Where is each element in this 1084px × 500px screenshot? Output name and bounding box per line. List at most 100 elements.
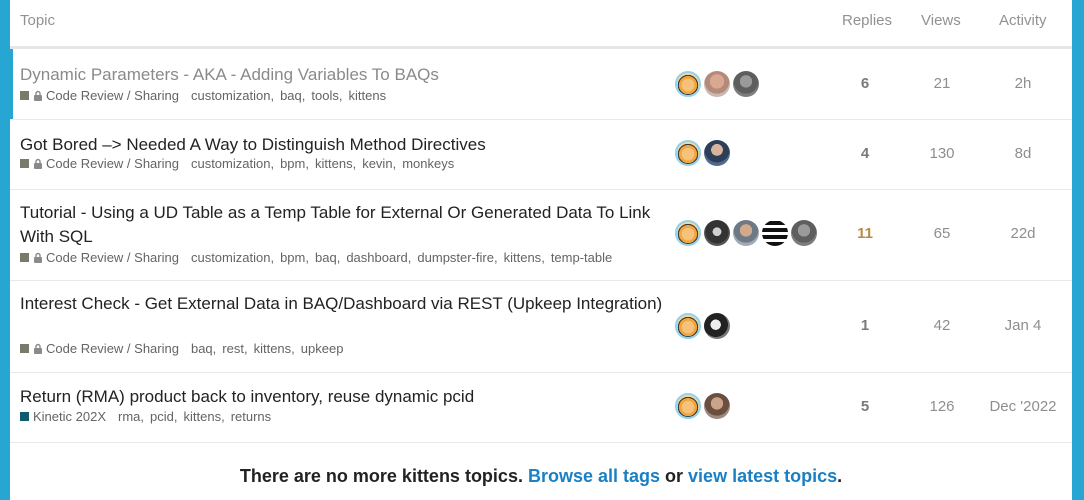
tag-link[interactable]: kittens <box>349 88 387 103</box>
topic-row[interactable]: Dynamic Parameters - AKA - Adding Variab… <box>10 49 1072 120</box>
tag-separator: , <box>291 341 295 356</box>
tag-link[interactable]: returns <box>231 409 271 424</box>
avatar-user-logo[interactable] <box>762 220 788 246</box>
category-color-swatch <box>20 159 29 168</box>
tag-separator: , <box>221 409 225 424</box>
tag-link[interactable]: rma <box>118 409 140 424</box>
topic-row[interactable]: Tutorial - Using a UD Table as a Temp Ta… <box>10 189 1072 281</box>
replies-count[interactable]: 1 <box>840 317 890 334</box>
lock-icon <box>34 343 42 354</box>
tag-link[interactable]: rest <box>222 341 244 356</box>
tag-link[interactable]: customization <box>191 250 270 265</box>
activity-time[interactable]: Dec '2022 <box>980 398 1066 415</box>
category-link[interactable]: Code Review / Sharing <box>46 341 179 356</box>
topic-title-link[interactable]: Tutorial - Using a UD Table as a Temp Ta… <box>20 201 670 249</box>
lock-icon <box>34 158 42 169</box>
category-link[interactable]: Code Review / Sharing <box>46 250 179 265</box>
tag-link[interactable]: bpm <box>280 250 305 265</box>
tag-link[interactable]: kevin <box>362 156 392 171</box>
category-link[interactable]: Code Review / Sharing <box>46 88 179 103</box>
footer-period: . <box>837 466 843 486</box>
category-link[interactable]: Kinetic 202X <box>33 409 106 424</box>
activity-time[interactable]: 8d <box>980 145 1066 162</box>
column-header-views[interactable]: Views <box>921 12 961 29</box>
tag-link[interactable]: tools <box>311 88 338 103</box>
tag-separator: , <box>243 341 248 356</box>
topic-title-link[interactable]: Dynamic Parameters - AKA - Adding Variab… <box>20 63 670 87</box>
avatar-user-suit[interactable] <box>704 140 730 166</box>
replies-count[interactable]: 11 <box>840 225 890 242</box>
avatar-user-gray[interactable] <box>791 220 817 246</box>
tag-link[interactable]: kittens <box>254 341 292 356</box>
category-color-swatch <box>20 344 29 353</box>
tag-separator: , <box>270 156 275 171</box>
browse-all-tags-link[interactable]: Browse all tags <box>528 466 660 486</box>
tag-link[interactable]: baq <box>280 88 302 103</box>
tag-separator: , <box>407 250 412 265</box>
tag-link[interactable]: kittens <box>184 409 222 424</box>
avatar-user-gray[interactable] <box>733 71 759 97</box>
tag-separator: , <box>305 250 309 265</box>
category-color-swatch <box>20 253 29 262</box>
tag-separator: , <box>305 156 309 171</box>
activity-time[interactable]: 2h <box>980 75 1066 92</box>
avatar-kitten-op[interactable] <box>675 313 701 339</box>
topic-row[interactable]: Return (RMA) product back to inventory, … <box>10 372 1072 443</box>
tag-link[interactable]: customization <box>191 88 270 103</box>
poster-avatars <box>675 220 820 246</box>
activity-time[interactable]: Jan 4 <box>980 317 1066 334</box>
column-header-activity[interactable]: Activity <box>999 12 1047 29</box>
lock-icon <box>34 252 42 263</box>
avatar-user-dark[interactable] <box>704 220 730 246</box>
tag-link[interactable]: baq <box>191 341 213 356</box>
tag-separator: , <box>392 156 397 171</box>
topic-meta: Code Review / Sharing customization, baq, t… <box>20 88 386 103</box>
avatar-kitten-op[interactable] <box>675 140 701 166</box>
poster-avatars <box>675 313 733 339</box>
tag-link[interactable]: customization <box>191 156 270 171</box>
tag-separator: , <box>270 250 275 265</box>
tag-link[interactable]: kittens <box>504 250 542 265</box>
avatar-user-bald[interactable] <box>704 71 730 97</box>
tag-link[interactable]: upkeep <box>301 341 344 356</box>
topic-row[interactable]: Got Bored –> Needed A Way to Distinguish… <box>10 119 1072 190</box>
tag-link[interactable]: bpm <box>280 156 305 171</box>
column-header-replies[interactable]: Replies <box>842 12 892 29</box>
tag-separator: , <box>541 250 545 265</box>
replies-count[interactable]: 5 <box>840 398 890 415</box>
poster-avatars <box>675 71 762 97</box>
tag-separator: , <box>493 250 498 265</box>
avatar-user-bw[interactable] <box>704 313 730 339</box>
topic-title-link[interactable]: Got Bored –> Needed A Way to Distinguish… <box>20 133 670 157</box>
tag-link[interactable]: kittens <box>315 156 353 171</box>
replies-count[interactable]: 6 <box>840 75 890 92</box>
tag-link[interactable]: baq <box>315 250 337 265</box>
view-latest-topics-link[interactable]: view latest topics <box>688 466 837 486</box>
column-header-topic[interactable]: Topic <box>20 12 55 29</box>
topic-row[interactable]: Interest Check - Get External Data in BA… <box>10 280 1072 373</box>
activity-time[interactable]: 22d <box>980 225 1066 242</box>
tag-separator: , <box>336 250 341 265</box>
lock-icon <box>34 90 42 101</box>
topic-meta: Code Review / Sharing customization, bpm, k… <box>20 156 454 171</box>
category-link[interactable]: Code Review / Sharing <box>46 156 179 171</box>
tag-link[interactable]: dashboard <box>346 250 407 265</box>
avatar-kitten-op[interactable] <box>675 220 701 246</box>
views-count: 126 <box>929 398 955 415</box>
replies-count[interactable]: 4 <box>840 145 890 162</box>
footer-or: or <box>665 466 684 486</box>
tag-link[interactable]: pcid <box>150 409 174 424</box>
topic-title-link[interactable]: Interest Check - Get External Data in BA… <box>20 292 670 316</box>
views-count: 42 <box>933 317 951 334</box>
tag-link[interactable]: temp-table <box>551 250 612 265</box>
avatar-kitten-op[interactable] <box>675 71 701 97</box>
tag-separator: , <box>212 341 217 356</box>
avatar-user-beard[interactable] <box>704 393 730 419</box>
topic-title-link[interactable]: Return (RMA) product back to inventory, … <box>20 385 670 409</box>
tag-link[interactable]: dumpster-fire <box>417 250 494 265</box>
tag-link[interactable]: monkeys <box>402 156 454 171</box>
tag-separator: , <box>140 409 145 424</box>
avatar-user-glasses[interactable] <box>733 220 759 246</box>
topic-list-header: Topic Replies Views Activity <box>10 0 1072 49</box>
avatar-kitten-op[interactable] <box>675 393 701 419</box>
